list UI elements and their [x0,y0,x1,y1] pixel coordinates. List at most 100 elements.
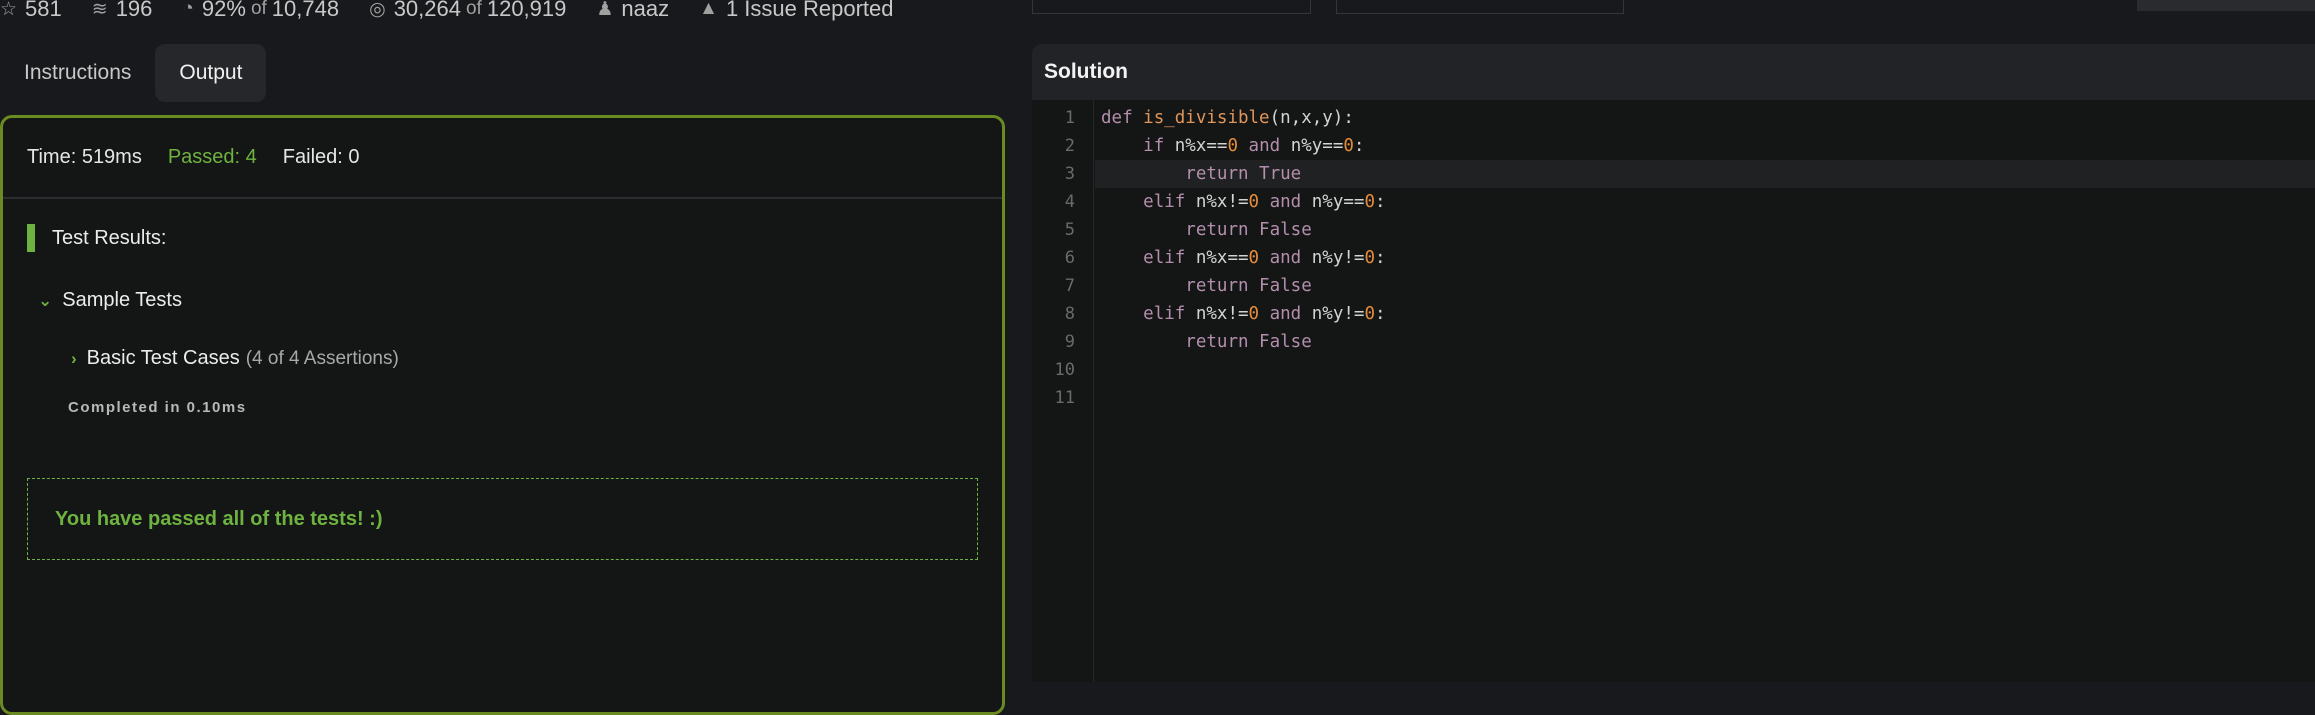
code-token: 0 [1364,248,1375,268]
tab-output[interactable]: Output [155,44,267,102]
code-token: : [1353,136,1365,156]
line-number: 5 [1064,220,1075,240]
stat-item: ☆ 581 [0,0,62,22]
code-editor[interactable]: 1 2 3 4 5 6 7 8 9 10 11 def is_divisible(n,x,y): i… [1032,100,2315,682]
output-panel: Time: 519ms Passed: 4 Failed: 0 Test Res… [0,115,1005,715]
code-line[interactable]: return False [1095,272,2315,300]
code-line[interactable]: if n%x==0 and n%y==0: [1095,132,2315,160]
line-number: 3 [1064,164,1075,184]
target-icon: ◎ [369,0,386,20]
stat-item: ◎ 30,264 of 120,919 [369,0,566,22]
line-number-gutter: 1 2 3 4 5 6 7 8 9 10 11 [1032,100,1094,682]
code-line[interactable]: def is_divisible(n,x,y): [1095,104,2315,132]
code-line[interactable]: return True [1095,160,2315,188]
chevron-right-icon: › [71,348,77,368]
stat-total: 120,919 [486,0,567,21]
passed-count: Passed: 4 [167,146,257,168]
code-token: elif [1143,248,1196,268]
toolbar-button[interactable] [2137,0,2315,11]
failed-count: Failed: 0 [282,146,360,168]
code-token: def [1101,108,1144,128]
code-token: return False [1185,332,1312,352]
code-token: 0 [1248,192,1260,212]
line-number: 6 [1064,248,1075,268]
line-number: 11 [1054,388,1075,408]
code-token: 0 [1227,136,1238,156]
stat-value: 196 [115,0,153,21]
code-token: n%x!= [1195,304,1249,324]
line-number: 4 [1064,192,1075,212]
code-token: 0 [1248,248,1260,268]
assertions-count: (4 of 4 Assertions) [245,347,399,369]
stat-item: ▲ 1 Issue Reported [699,0,893,22]
stat-value: 92% [201,0,246,21]
code-token: elif [1143,304,1196,324]
code-line[interactable] [1095,356,2315,384]
stat-value: 581 [25,0,62,21]
code-token: n%x!= [1195,192,1249,212]
code-line[interactable]: return False [1095,328,2315,356]
code-token: n%y== [1311,192,1365,212]
stat-item: ≋ 196 [92,0,153,22]
code-token: 0 [1343,136,1354,156]
line-number: 8 [1064,304,1075,324]
stat-item: ◔ 92% of 10,748 [182,0,339,22]
run-stats: Time: 519ms Passed: 4 Failed: 0 [3,118,1002,199]
code-token: n%y!= [1311,304,1365,324]
kata-stats-bar: ☆ 581 ≋ 196 ◔ 92% of 10,748 ◎ 30,264 of 120,919 ♟ naa… [0,0,924,24]
run-time: Time: 519ms [27,146,142,168]
code-token: is_divisible [1143,108,1270,128]
test-results-heading: Test Results: [27,224,166,252]
code-line[interactable]: elif n%x!=0 and n%y!=0: [1095,300,2315,328]
code-token: if [1143,136,1175,156]
tab-instructions[interactable]: Instructions [0,44,155,102]
code-line[interactable] [1095,384,2315,412]
accent-bar [27,224,35,252]
code-token: and [1259,248,1312,268]
warning-icon: ▲ [699,0,718,19]
completed-time: Completed in 0.10ms [68,399,247,416]
code-token: (n,x,y): [1269,108,1354,128]
basic-test-cases-toggle[interactable]: › Basic Test Cases (4 of 4 Assertions) [71,347,399,370]
line-number: 10 [1054,360,1075,380]
code-token: n%y!= [1311,248,1365,268]
panel-tabs: Instructions Output [0,44,267,102]
solution-title: Solution [1044,60,1128,83]
line-number: 9 [1064,332,1075,352]
stat-value: 30,264 [393,0,461,21]
line-number: 2 [1064,136,1075,156]
success-message: You have passed all of the tests! :) [27,478,978,560]
code-token: 0 [1364,192,1375,212]
code-token: return False [1185,220,1312,240]
code-line[interactable]: elif n%x!=0 and n%y==0: [1095,188,2315,216]
gauge-icon: ◔ [182,0,194,19]
toolbar-select[interactable] [1336,0,1624,14]
code-line[interactable]: return False [1095,216,2315,244]
success-text: You have passed all of the tests! :) [55,507,383,530]
code-token: : [1375,192,1386,212]
code-token: return True [1185,164,1302,184]
stat-total: 10,748 [271,0,340,21]
code-token: return False [1185,276,1312,296]
code-token: and [1259,304,1312,324]
code-token: n%x== [1174,136,1228,156]
toolbar-select[interactable] [1032,0,1311,14]
stat-value: naaz [621,0,670,21]
stat-of: of [465,0,482,19]
code-token: and [1238,136,1291,156]
stat-item: ♟ naaz [596,0,669,22]
sample-tests-toggle[interactable]: ⌄ Sample Tests [38,289,182,312]
code-line[interactable]: elif n%x==0 and n%y!=0: [1095,244,2315,272]
layers-icon: ≋ [91,0,108,20]
basic-test-cases-label: Basic Test Cases [86,347,240,369]
code-token: 0 [1364,304,1375,324]
line-number: 7 [1064,276,1075,296]
test-results-label: Test Results: [52,226,167,249]
